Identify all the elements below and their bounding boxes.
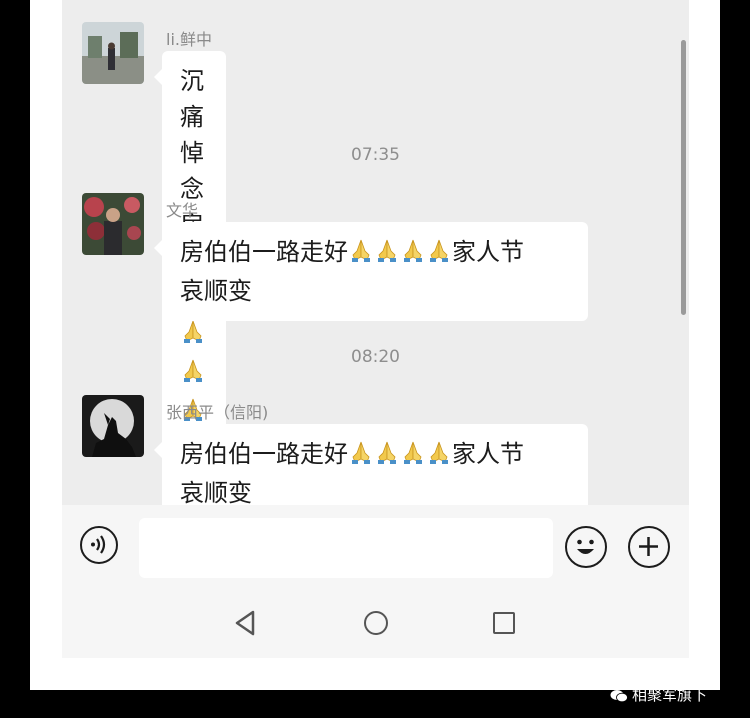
avatar[interactable] (82, 193, 144, 255)
avatar[interactable] (82, 395, 144, 457)
folded-hands-icon (426, 439, 452, 475)
emoji-button[interactable] (565, 526, 607, 568)
watermark: 相聚军旗下 (610, 684, 707, 706)
message-bubble[interactable]: 房伯伯一路走好 家人节 哀顺变 (154, 424, 588, 505)
chat-area[interactable]: li.鲜中 沉痛悼念房伯伯 07:35 文华 房伯伯一路走好家人节 哀顺变 08… (62, 0, 689, 505)
sender-name: 文华 (166, 201, 199, 220)
message-text: 家人节 (452, 440, 524, 468)
voice-icon (91, 535, 106, 554)
message-text: 房伯伯一路走好 (180, 238, 348, 266)
message-text: 房伯伯一路走好 (180, 440, 348, 468)
voice-button[interactable] (80, 526, 118, 564)
sender-name: 张西平（信阳) (166, 403, 269, 422)
input-bar (62, 505, 689, 591)
circle-home-icon[interactable] (364, 611, 388, 635)
watermark-text: 相聚军旗下 (632, 686, 708, 704)
folded-hands-icon (400, 439, 426, 475)
folded-hands-icon (348, 439, 374, 475)
timestamp: 08:20 (351, 347, 400, 367)
scrollbar[interactable] (681, 40, 686, 315)
folded-hands-icon (374, 439, 400, 475)
smiley-icon (577, 539, 594, 554)
sender-name: li.鲜中 (166, 30, 212, 49)
folded-hands-icon (348, 237, 374, 273)
folded-hands-icon (426, 237, 452, 273)
square-recent-icon[interactable] (493, 612, 515, 634)
folded-hands-icon (374, 237, 400, 273)
chat-logo-icon (610, 689, 628, 702)
avatar[interactable] (82, 22, 144, 84)
message-bubble[interactable]: 房伯伯一路走好 家人节 哀顺变 (154, 222, 588, 321)
timestamp: 07:35 (351, 145, 400, 165)
message-input[interactable] (139, 518, 553, 578)
plus-icon (639, 537, 658, 556)
message-text: 哀顺变 (180, 277, 252, 305)
emoji-group (348, 440, 452, 468)
more-button[interactable] (628, 526, 670, 568)
system-nav-bar (62, 591, 689, 658)
folded-hands-icon (400, 237, 426, 273)
triangle-back-icon[interactable] (233, 609, 257, 637)
emoji-group (348, 238, 452, 266)
message-text: 家人节 (452, 238, 524, 266)
message-text: 哀顺变 (180, 479, 252, 505)
